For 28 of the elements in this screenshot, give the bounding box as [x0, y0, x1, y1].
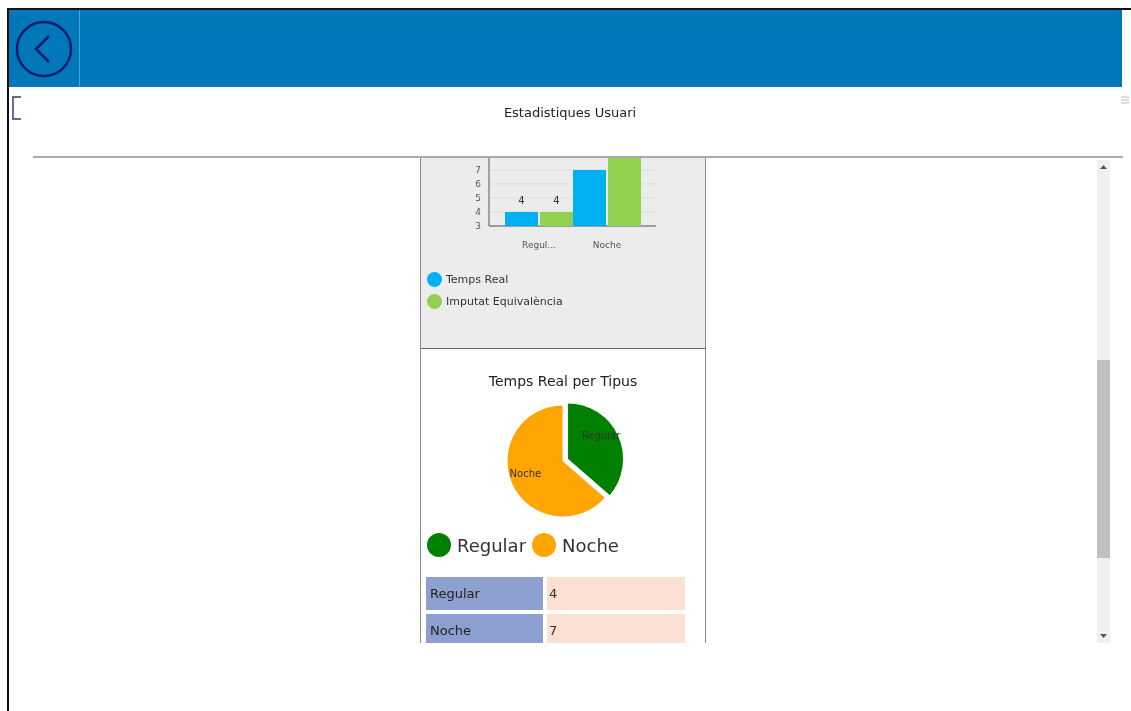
legend-label: Imputat Equivalència [446, 295, 563, 308]
legend-label: Noche [562, 534, 619, 556]
bar [608, 158, 641, 226]
back-button[interactable] [14, 18, 74, 79]
data-label: 4 [553, 195, 560, 206]
table-cell: 4 [547, 577, 685, 610]
slice-label: Noche [509, 468, 542, 480]
axis-tick-label: 6 [475, 179, 481, 189]
category-label: Regul... [522, 240, 556, 250]
data-label: 4 [518, 195, 525, 206]
legend-label: Temps Real [446, 273, 509, 286]
axis-tick-label: 7 [475, 165, 481, 175]
axis-tick-label: 3 [475, 221, 481, 231]
page-title: Estadistiques Usuari [503, 105, 637, 120]
category-label: Noche [592, 240, 622, 250]
down-arrow-icon[interactable] [1100, 633, 1107, 639]
axis-tick-label: 4 [475, 207, 481, 217]
axis-tick-label: 5 [475, 193, 481, 203]
scrollbar-thumb[interactable] [1097, 360, 1110, 558]
table-cell: 7 [547, 614, 685, 643]
bar [505, 212, 538, 226]
scrollbar[interactable] [1097, 160, 1110, 643]
chart-title: Temps Real per Tipus [487, 372, 639, 389]
table-cell: Noche [426, 614, 543, 643]
table-cell: Regular [426, 577, 543, 610]
bracket-icon [12, 96, 22, 120]
legend-label: Regular [457, 534, 527, 556]
up-arrow-icon[interactable] [1100, 164, 1107, 170]
